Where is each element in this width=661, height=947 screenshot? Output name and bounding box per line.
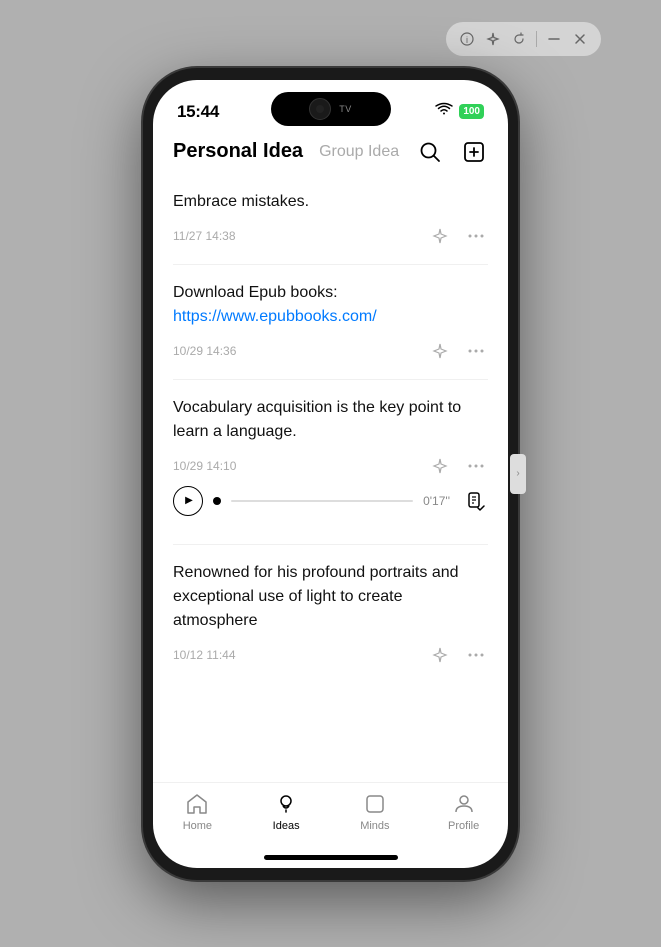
idea-actions-2 xyxy=(428,339,488,363)
dynamic-island: TV xyxy=(271,92,391,126)
idea-text-1: Embrace mistakes. xyxy=(173,190,488,214)
wc-close-button[interactable] xyxy=(569,28,591,50)
idea-actions-4 xyxy=(428,643,488,667)
idea-text-4: Renowned for his profound portraits and … xyxy=(173,561,488,633)
nav-item-home[interactable]: Home xyxy=(153,791,242,832)
status-time: 15:44 xyxy=(177,102,219,122)
idea-date-4: 10/12 11:44 xyxy=(173,648,236,662)
battery-indicator: 100 xyxy=(459,104,484,119)
wifi-icon xyxy=(435,103,453,121)
sparkle-button-2[interactable] xyxy=(428,339,452,363)
header-icons xyxy=(416,138,488,166)
wc-refresh-button[interactable] xyxy=(508,28,530,50)
bottom-nav: Home Ideas Minds xyxy=(153,782,508,848)
idea-meta-4: 10/12 11:44 xyxy=(173,643,488,667)
status-bar: 15:44 TV 100 xyxy=(153,80,508,130)
svg-text:i: i xyxy=(466,35,468,45)
status-right: 100 xyxy=(435,103,484,121)
play-button[interactable]: ▶ xyxy=(173,486,203,516)
nav-item-minds[interactable]: Minds xyxy=(331,791,420,832)
idea-card-1: Embrace mistakes. 11/27 14:38 xyxy=(173,174,488,265)
di-camera-icon xyxy=(309,98,331,120)
minds-label: Minds xyxy=(360,820,389,832)
home-icon xyxy=(184,791,210,817)
idea-meta-3: 10/29 14:10 xyxy=(173,454,488,478)
minds-icon xyxy=(362,791,388,817)
window-controls-bar: i xyxy=(446,22,601,56)
more-button-2[interactable] xyxy=(464,339,488,363)
idea-text-2: Download Epub books: https://www.epubboo… xyxy=(173,281,488,329)
idea-date-1: 11/27 14:38 xyxy=(173,229,236,243)
more-button-4[interactable] xyxy=(464,643,488,667)
sparkle-button-1[interactable] xyxy=(428,224,452,248)
tab-personal-idea[interactable]: Personal Idea xyxy=(173,140,303,163)
epub-link[interactable]: https://www.epubbooks.com/ xyxy=(173,308,377,325)
idea-card-2: Download Epub books: https://www.epubboo… xyxy=(173,265,488,380)
audio-player: ▶ 0'17'' xyxy=(173,478,488,528)
profile-label: Profile xyxy=(448,820,479,832)
ideas-icon xyxy=(273,791,299,817)
compose-button[interactable] xyxy=(460,138,488,166)
phone-frame: 15:44 TV 100 xyxy=(143,68,518,880)
profile-icon xyxy=(451,791,477,817)
wc-info-button[interactable]: i xyxy=(456,28,478,50)
home-bar xyxy=(264,855,398,860)
tab-group-idea[interactable]: Group Idea xyxy=(319,143,416,161)
nav-item-profile[interactable]: Profile xyxy=(419,791,508,832)
idea-date-2: 10/29 14:36 xyxy=(173,344,236,358)
idea-date-3: 10/29 14:10 xyxy=(173,459,236,473)
wc-separator xyxy=(536,31,537,47)
audio-duration: 0'17'' xyxy=(423,494,450,508)
idea-card-3: Vocabulary acquisition is the key point … xyxy=(173,380,488,545)
play-icon: ▶ xyxy=(185,495,193,506)
audio-progress-bar[interactable] xyxy=(231,500,413,502)
idea-text-before-link: Download Epub books: xyxy=(173,284,338,301)
idea-meta-2: 10/29 14:36 xyxy=(173,339,488,363)
home-label: Home xyxy=(183,820,212,832)
sparkle-button-4[interactable] xyxy=(428,643,452,667)
nav-item-ideas[interactable]: Ideas xyxy=(242,791,331,832)
idea-actions-3 xyxy=(428,454,488,478)
more-button-1[interactable] xyxy=(464,224,488,248)
more-button-3[interactable] xyxy=(464,454,488,478)
idea-text-3: Vocabulary acquisition is the key point … xyxy=(173,396,488,444)
phone-screen: 15:44 TV 100 xyxy=(153,80,508,868)
idea-meta-1: 11/27 14:38 xyxy=(173,224,488,248)
audio-dot xyxy=(213,497,221,505)
idea-card-4: Renowned for his profound portraits and … xyxy=(173,545,488,683)
sparkle-button-3[interactable] xyxy=(428,454,452,478)
wc-minimize-button[interactable] xyxy=(543,28,565,50)
ideas-label: Ideas xyxy=(273,820,300,832)
search-button[interactable] xyxy=(416,138,444,166)
sidebar-chevron[interactable]: › xyxy=(510,454,526,494)
home-indicator xyxy=(153,848,508,868)
wc-sparkle-button[interactable] xyxy=(482,28,504,50)
ideas-content: Embrace mistakes. 11/27 14:38 xyxy=(153,174,508,782)
idea-actions-1 xyxy=(428,224,488,248)
transcribe-button[interactable] xyxy=(460,487,488,515)
app-header: Personal Idea Group Idea xyxy=(153,130,508,174)
appletv-label: TV xyxy=(339,104,352,114)
